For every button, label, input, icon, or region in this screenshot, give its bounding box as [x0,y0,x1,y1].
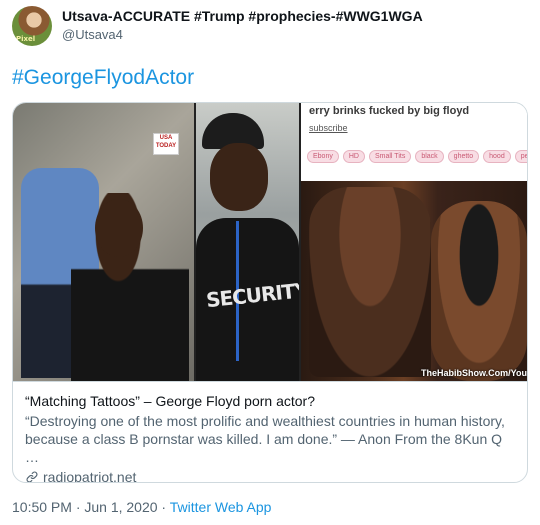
display-name[interactable]: Utsava-ACCURATE #Trump #prophecies-#WWG1… [62,8,423,25]
subscribe-link: subscribe [309,123,348,133]
face [210,143,268,211]
source-app-link[interactable]: Twitter Web App [170,499,272,515]
link-icon [26,471,38,482]
video-tags: Ebony HD Small Tits black ghetto hood pe [307,150,527,163]
user-handle[interactable]: @Utsava4 [62,27,423,43]
timestamp-link[interactable]: 10:50 PM · Jun 1, 2020 [12,499,158,515]
card-description: “Destroying one of the most prolific and… [25,413,505,465]
card-image[interactable]: USA TODAY SECURITY erry brinks fucked by… [13,103,527,381]
card-domain-row[interactable]: radiopatriot.net [25,469,517,482]
link-preview-card[interactable]: USA TODAY SECURITY erry brinks fucked by… [12,102,528,483]
man-figure [309,187,431,377]
hashtag-link[interactable]: #GeorgeFlyodActor [12,66,194,90]
profile-avatar[interactable]: Pixel [12,6,52,46]
tweet-meta: 10:50 PM · Jun 1, 2020 · Twitter Web App [12,499,271,515]
card-body[interactable]: “Matching Tattoos” – George Floyd porn a… [13,381,527,482]
card-domain[interactable]: radiopatriot.net [43,469,136,482]
card-title[interactable]: “Matching Tattoos” – George Floyd porn a… [25,392,517,410]
video-tag: pe [514,150,527,163]
meta-separator: · [157,499,170,515]
image-panel-portrait: SECURITY [194,103,301,381]
video-tag: ghetto [447,150,480,163]
video-tag: black [415,150,444,163]
watermark: TheHabibShow.Com/You [421,368,527,378]
author-names: Utsava-ACCURATE #Trump #prophecies-#WWG1… [62,8,423,42]
video-page-header: erry brinks fucked by big floyd subscrib… [301,103,527,181]
video-title: erry brinks fucked by big floyd [309,105,470,117]
usa-today-sign: USA TODAY [153,133,179,155]
tweet-header: Pixel Utsava-ACCURATE #Trump #prophecies… [12,6,528,50]
image-panel-arrest: USA TODAY [13,103,194,381]
woman-figure [431,201,527,381]
video-tag: Ebony [307,150,339,163]
video-tag: hood [483,150,511,163]
image-panel-screenshot: erry brinks fucked by big floyd subscrib… [301,103,527,381]
video-tag: Small Tits [368,150,412,163]
person-head [95,199,143,257]
avatar-badge: Pixel [16,35,36,43]
video-tag: HD [342,150,365,163]
